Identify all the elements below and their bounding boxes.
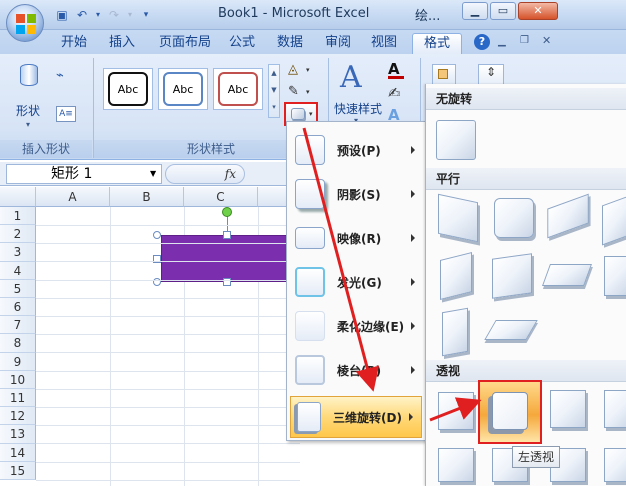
office-button[interactable] (6, 4, 44, 42)
annotation-arrows (302, 127, 482, 422)
annotation-arrow-right (429, 397, 482, 422)
office-logo-icon (16, 14, 36, 34)
annotation-arrow-down (302, 127, 380, 392)
